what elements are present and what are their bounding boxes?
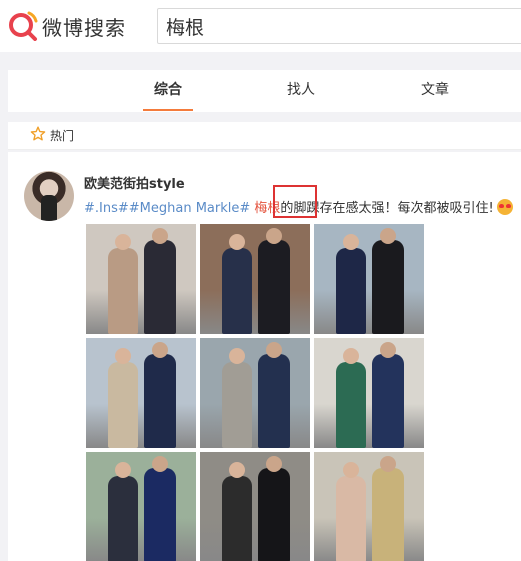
top-bar: 微博搜索 bbox=[0, 0, 521, 52]
hot-filter-label[interactable]: 热门 bbox=[50, 127, 74, 144]
heart-eyes-emoji-icon bbox=[496, 199, 513, 215]
brand-title: 微博搜索 bbox=[42, 15, 126, 40]
post-image-7[interactable] bbox=[86, 452, 196, 561]
post-image-1[interactable] bbox=[86, 224, 196, 334]
tab-people[interactable]: 找人 bbox=[276, 70, 326, 112]
star-icon bbox=[30, 126, 46, 146]
post-image-6[interactable] bbox=[314, 338, 424, 448]
search-input[interactable] bbox=[158, 9, 521, 43]
post-image-3[interactable] bbox=[314, 224, 424, 334]
result-tabs: 综合 找人 文章 bbox=[8, 70, 521, 112]
annotation-highlight-box bbox=[273, 185, 317, 218]
search-box[interactable] bbox=[157, 8, 521, 44]
post-image-9[interactable] bbox=[314, 452, 424, 561]
post-image-5[interactable] bbox=[200, 338, 310, 448]
post-image-2[interactable] bbox=[200, 224, 310, 334]
post-hashtag-link[interactable]: #.Ins##Meghan Markle# bbox=[84, 201, 250, 216]
tab-comprehensive[interactable]: 综合 bbox=[143, 70, 193, 112]
post-text-part: 存在感太强！每次都被吸引住! bbox=[319, 201, 494, 216]
search-logo-icon bbox=[8, 11, 38, 41]
post-image-8[interactable] bbox=[200, 452, 310, 561]
tab-articles[interactable]: 文章 bbox=[410, 70, 460, 112]
weibo-post-card: 欧美范街拍style #.Ins##Meghan Markle# 梅根的脚踝存在… bbox=[8, 152, 521, 561]
post-image-4[interactable] bbox=[86, 338, 196, 448]
avatar[interactable] bbox=[24, 171, 74, 221]
post-author[interactable]: 欧美范街拍style bbox=[84, 173, 185, 192]
hot-filter-bar: 热门 bbox=[8, 122, 521, 150]
weibo-search-logo[interactable]: 微博搜索 bbox=[8, 9, 126, 43]
